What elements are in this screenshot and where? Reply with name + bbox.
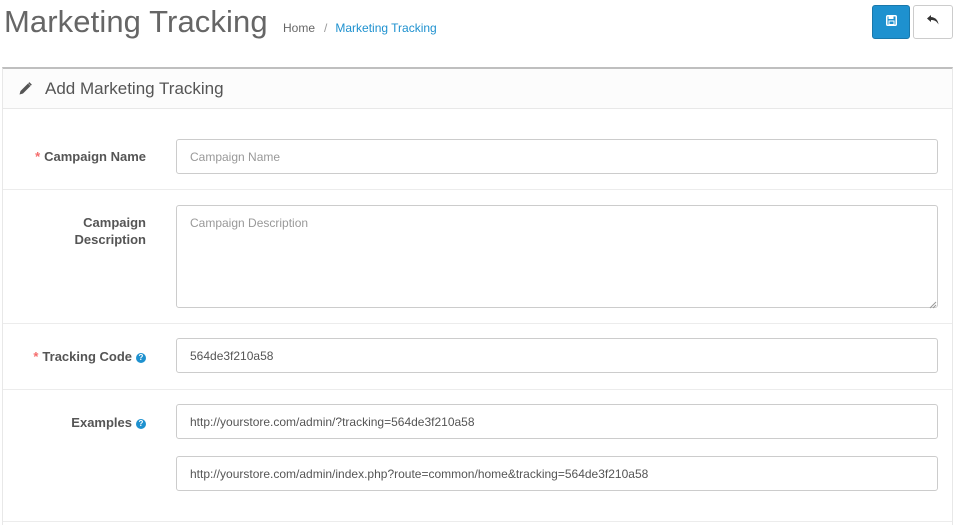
campaign-description-textarea[interactable] xyxy=(176,205,938,308)
tracking-code-label: * Tracking Code? xyxy=(33,348,146,365)
tracking-code-row: * Tracking Code? xyxy=(3,324,952,389)
save-button[interactable] xyxy=(872,5,910,39)
example-url-input-1[interactable] xyxy=(176,404,938,439)
add-tracking-panel: Add Marketing Tracking * Campaign Name Ca… xyxy=(2,67,953,525)
examples-row: Examples? xyxy=(3,390,952,510)
examples-label: Examples? xyxy=(71,414,146,431)
page-title: Marketing Tracking xyxy=(4,4,268,39)
reply-icon xyxy=(926,13,940,31)
breadcrumb-separator: / xyxy=(324,21,328,35)
help-icon[interactable]: ? xyxy=(136,353,146,363)
campaign-description-label: Campaign Description xyxy=(74,215,146,247)
save-icon xyxy=(885,13,897,31)
breadcrumb: Home / Marketing Tracking xyxy=(283,20,437,36)
panel-title: Add Marketing Tracking xyxy=(45,78,224,98)
pencil-icon xyxy=(18,81,34,97)
campaign-name-input[interactable] xyxy=(176,139,938,174)
help-icon[interactable]: ? xyxy=(136,419,146,429)
breadcrumb-current-link[interactable]: Marketing Tracking xyxy=(335,20,436,36)
example-url-input-2[interactable] xyxy=(176,456,938,491)
campaign-description-row: Campaign Description xyxy=(3,190,952,324)
back-button[interactable] xyxy=(913,5,953,39)
breadcrumb-home-link[interactable]: Home xyxy=(283,20,315,36)
campaign-name-label: * Campaign Name xyxy=(35,149,146,164)
panel-heading: Add Marketing Tracking xyxy=(3,69,952,109)
tracking-code-input[interactable] xyxy=(176,338,938,373)
row-divider xyxy=(3,521,952,522)
required-marker: * xyxy=(35,149,41,164)
required-marker: * xyxy=(33,349,39,364)
campaign-name-row: * Campaign Name xyxy=(3,109,952,189)
